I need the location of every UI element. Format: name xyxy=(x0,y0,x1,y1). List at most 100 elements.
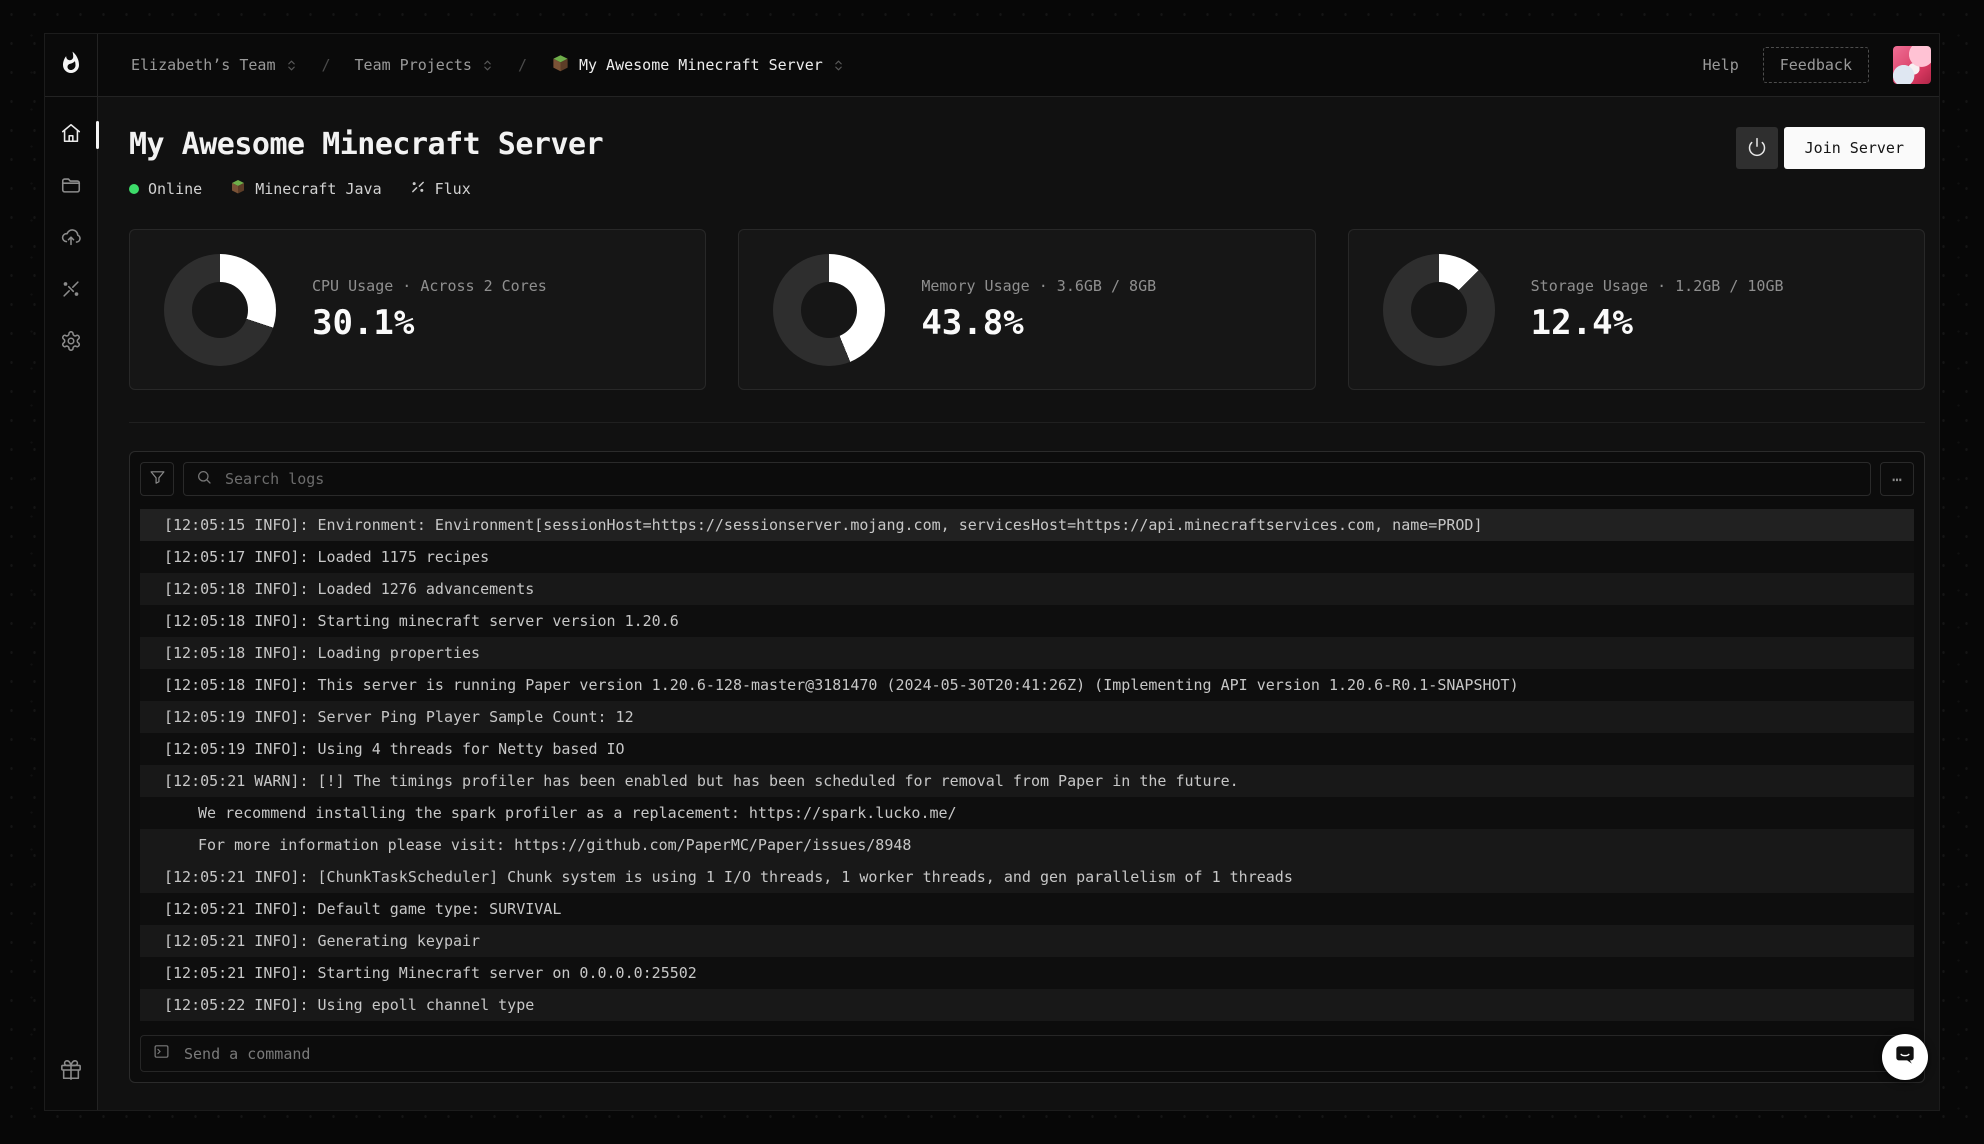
terminal-icon xyxy=(153,1043,170,1064)
breadcrumb-projects-label: Team Projects xyxy=(355,56,472,74)
cpu-text: CPU Usage · Across 2 Cores 30.1% xyxy=(312,277,547,343)
feedback-button[interactable]: Feedback xyxy=(1763,47,1869,83)
power-button[interactable] xyxy=(1736,127,1778,169)
sidebar-item-integrations[interactable] xyxy=(45,275,98,307)
sidebar-item-settings[interactable] xyxy=(45,327,98,359)
section-divider xyxy=(129,422,1925,423)
flux-label: Flux xyxy=(435,180,471,198)
memory-label: Memory Usage · 3.6GB / 8GB xyxy=(921,277,1156,295)
log-row: [12:05:18 INFO]: This server is running … xyxy=(140,669,1914,701)
console-toolbar: ⋯ xyxy=(140,462,1914,496)
breadcrumb-team[interactable]: Elizabeth’s Team xyxy=(131,56,298,74)
sidebar-item-projects[interactable] xyxy=(45,171,98,203)
storage-label: Storage Usage · 1.2GB / 10GB xyxy=(1531,277,1784,295)
storage-text: Storage Usage · 1.2GB / 10GB 12.4% xyxy=(1531,277,1784,343)
user-avatar[interactable] xyxy=(1893,46,1931,84)
log-row: [12:05:18 INFO]: Starting minecraft serv… xyxy=(140,605,1914,637)
log-row: [12:05:18 INFO]: Loading properties xyxy=(140,637,1914,669)
sidebar-bottom xyxy=(45,1056,97,1110)
filter-button[interactable] xyxy=(140,462,174,496)
chevrons-up-down-icon xyxy=(832,59,845,72)
page-title: My Awesome Minecraft Server xyxy=(129,127,603,162)
log-row: [12:05:21 INFO]: [ChunkTaskScheduler] Ch… xyxy=(140,861,1914,893)
page: Elizabeth’s Team / Team Projects / xyxy=(0,0,1984,1144)
cpu-donut-chart xyxy=(164,254,276,366)
badge-flux: Flux xyxy=(410,179,471,199)
header-actions: Join Server xyxy=(1736,127,1925,169)
main-content: My Awesome Minecraft Server Online Minec xyxy=(98,97,1939,1110)
sidebar xyxy=(45,34,98,1110)
log-row: [12:05:21 INFO]: Starting Minecraft serv… xyxy=(140,957,1914,989)
log-list: [12:05:15 INFO]: Environment: Environmen… xyxy=(140,509,1914,1025)
breadcrumb-separator: / xyxy=(504,56,541,74)
title-block: My Awesome Minecraft Server Online Minec xyxy=(129,127,603,199)
log-row: [12:05:19 INFO]: Using 4 threads for Net… xyxy=(140,733,1914,765)
ellipsis-icon: ⋯ xyxy=(1892,470,1902,489)
folder-icon xyxy=(60,174,82,200)
search-icon xyxy=(196,469,212,489)
page-header: My Awesome Minecraft Server Online Minec xyxy=(129,127,1925,199)
memory-donut-chart xyxy=(773,254,885,366)
filter-funnel-icon xyxy=(149,469,166,490)
cpu-value: 30.1% xyxy=(312,303,547,343)
log-row: [12:05:18 INFO]: Loaded 1276 advancement… xyxy=(140,573,1914,605)
app-logo[interactable] xyxy=(45,34,97,97)
join-server-button[interactable]: Join Server xyxy=(1784,127,1925,169)
minecraft-java-label: Minecraft Java xyxy=(255,180,381,198)
search-logs-input[interactable] xyxy=(223,469,1858,489)
memory-text: Memory Usage · 3.6GB / 8GB 43.8% xyxy=(921,277,1156,343)
gear-icon xyxy=(60,330,82,356)
flux-nodes-icon xyxy=(410,179,426,199)
status-badges: Online Minecraft Java xyxy=(129,179,603,199)
breadcrumb-server-label: My Awesome Minecraft Server xyxy=(579,56,823,74)
log-row: [12:05:21 INFO]: Default game type: SURV… xyxy=(140,893,1914,925)
log-row: [12:05:22 INFO]: Using epoll channel typ… xyxy=(140,989,1914,1021)
stat-cards: CPU Usage · Across 2 Cores 30.1% Memory … xyxy=(129,229,1925,390)
badge-minecraft-java: Minecraft Java xyxy=(230,179,381,199)
flame-icon xyxy=(59,51,83,79)
log-row: [12:05:19 INFO]: Server Ping Player Samp… xyxy=(140,701,1914,733)
power-icon xyxy=(1747,137,1767,160)
log-row: [12:05:17 INFO]: Loaded 1175 recipes xyxy=(140,541,1914,573)
grass-block-icon xyxy=(551,54,570,77)
more-options-button[interactable]: ⋯ xyxy=(1880,462,1914,496)
content-column: Elizabeth’s Team / Team Projects / xyxy=(98,34,1939,1110)
memory-value: 43.8% xyxy=(921,303,1156,343)
home-icon xyxy=(60,122,82,148)
log-row: [12:05:15 INFO]: Environment: Environmen… xyxy=(140,509,1914,541)
sidebar-item-deploy[interactable] xyxy=(45,223,98,255)
sidebar-nav xyxy=(45,97,97,1056)
cloud-upload-icon xyxy=(60,226,82,252)
memory-usage-card: Memory Usage · 3.6GB / 8GB 43.8% xyxy=(738,229,1315,390)
log-row: [12:05:21 INFO]: Generating keypair xyxy=(140,925,1914,957)
breadcrumb-separator: / xyxy=(308,56,345,74)
network-nodes-icon xyxy=(60,278,82,304)
help-button[interactable]: Help xyxy=(1689,48,1753,82)
chat-bubble-icon xyxy=(1892,1042,1918,1072)
breadcrumb-server[interactable]: My Awesome Minecraft Server xyxy=(551,54,845,77)
cpu-usage-card: CPU Usage · Across 2 Cores 30.1% xyxy=(129,229,706,390)
online-label: Online xyxy=(148,180,202,198)
sidebar-item-home[interactable] xyxy=(45,119,98,151)
log-row: We recommend installing the spark profil… xyxy=(140,797,1914,829)
topbar: Elizabeth’s Team / Team Projects / xyxy=(98,34,1939,97)
gift-icon xyxy=(60,1059,82,1085)
breadcrumb-projects[interactable]: Team Projects xyxy=(355,56,494,74)
status-badge-online: Online xyxy=(129,180,202,198)
sidebar-item-gift[interactable] xyxy=(45,1056,98,1088)
chevrons-up-down-icon xyxy=(285,59,298,72)
breadcrumb-team-label: Elizabeth’s Team xyxy=(131,56,276,74)
chat-widget-button[interactable] xyxy=(1882,1034,1928,1080)
grass-block-icon xyxy=(230,179,246,199)
log-search xyxy=(183,462,1871,496)
log-row: For more information please visit: https… xyxy=(140,829,1914,861)
online-dot-icon xyxy=(129,184,139,194)
log-console: ⋯ [12:05:15 INFO]: Environment: Environm… xyxy=(129,451,1925,1083)
send-command-input[interactable] xyxy=(182,1044,1901,1064)
chevrons-up-down-icon xyxy=(481,59,494,72)
storage-usage-card: Storage Usage · 1.2GB / 10GB 12.4% xyxy=(1348,229,1925,390)
command-bar xyxy=(140,1035,1914,1072)
storage-value: 12.4% xyxy=(1531,303,1784,343)
app-window: Elizabeth’s Team / Team Projects / xyxy=(44,33,1940,1111)
cpu-label: CPU Usage · Across 2 Cores xyxy=(312,277,547,295)
